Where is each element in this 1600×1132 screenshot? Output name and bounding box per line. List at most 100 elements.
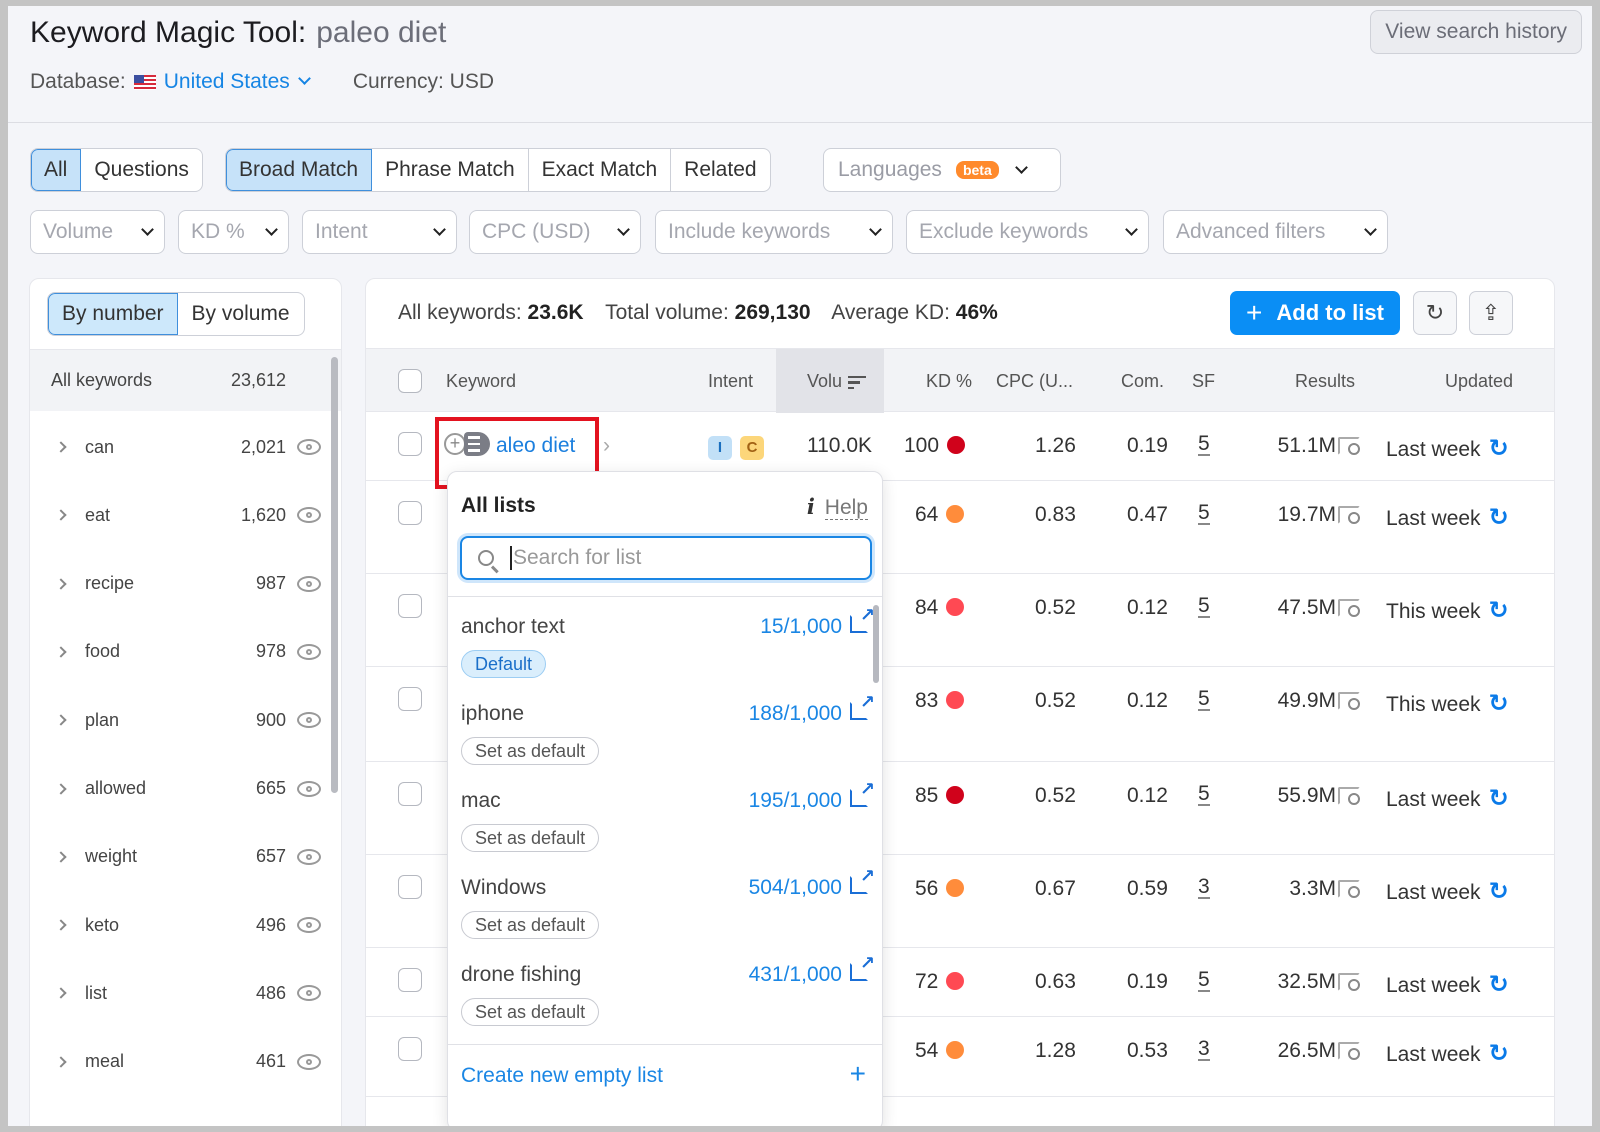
col-updated[interactable]: Updated [1445, 371, 1513, 392]
list-item[interactable]: drone fishing 431/1,000 Set as default [448, 945, 882, 1032]
eye-icon[interactable] [297, 643, 321, 660]
refresh-button[interactable]: ↻ [1413, 291, 1457, 335]
row-checkbox[interactable] [398, 687, 422, 711]
list-item[interactable]: mac 195/1,000 Set as default [448, 771, 882, 858]
chevron-right-icon[interactable]: › [603, 434, 610, 458]
sidebar-scrollbar[interactable] [331, 357, 338, 793]
database-selector[interactable]: United States [164, 70, 317, 94]
filter-advanced[interactable]: Advanced filters [1163, 210, 1388, 254]
plus-icon[interactable]: + [850, 1058, 866, 1090]
sf-value[interactable]: 5 [1198, 688, 1210, 711]
filter-cpc[interactable]: CPC (USD) [469, 210, 641, 254]
col-volume[interactable]: Volu [807, 371, 867, 392]
chevron-right-icon[interactable] [55, 851, 67, 863]
sidebar-group-weight[interactable]: weight 657 [30, 823, 341, 891]
col-sf[interactable]: SF [1192, 371, 1215, 392]
col-cpc[interactable]: CPC (U... [996, 371, 1073, 392]
col-keyword[interactable]: Keyword [446, 371, 516, 392]
eye-icon[interactable] [297, 985, 321, 1002]
sidebar-group-meal[interactable]: meal 461 [30, 1028, 341, 1096]
set-as-default-button[interactable]: Set as default [461, 737, 600, 765]
list-item[interactable]: Windows 504/1,000 Set as default [448, 858, 882, 945]
set-as-default-button[interactable]: Set as default [461, 998, 600, 1026]
row-checkbox[interactable] [398, 875, 422, 899]
sidebar-group-can[interactable]: can 2,021 [30, 413, 341, 481]
sf-value[interactable]: 5 [1198, 969, 1210, 992]
chevron-right-icon[interactable] [55, 441, 67, 453]
tab-related[interactable]: Related [671, 149, 769, 191]
chevron-right-icon[interactable] [55, 646, 67, 658]
eye-icon[interactable] [297, 780, 321, 797]
eye-icon[interactable] [297, 848, 321, 865]
serp-icon[interactable] [1338, 1042, 1360, 1060]
filter-volume[interactable]: Volume [30, 210, 165, 254]
sidebar-group-allowed[interactable]: allowed 665 [30, 755, 341, 823]
eye-icon[interactable] [297, 1053, 321, 1070]
tab-exact-match[interactable]: Exact Match [529, 149, 672, 191]
sf-value[interactable]: 5 [1198, 433, 1210, 456]
sidebar-group-food[interactable]: food 978 [30, 618, 341, 686]
serp-icon[interactable] [1338, 692, 1360, 710]
eye-icon[interactable] [297, 439, 321, 455]
list-item[interactable]: anchor text 15/1,000 Default [448, 597, 882, 684]
add-to-list-button[interactable]: + Add to list [1230, 291, 1400, 335]
help-link[interactable]: i Help [807, 494, 868, 520]
row-checkbox[interactable] [398, 594, 422, 618]
external-link-icon[interactable] [850, 953, 875, 981]
chevron-right-icon[interactable] [55, 714, 67, 726]
sidebar-group-recipe[interactable]: recipe 987 [30, 550, 341, 618]
eye-icon[interactable] [297, 712, 321, 729]
list-search-field[interactable] [460, 536, 872, 580]
filter-exclude-keywords[interactable]: Exclude keywords [906, 210, 1149, 254]
filter-include-keywords[interactable]: Include keywords [655, 210, 893, 254]
refresh-icon[interactable]: ↻ [1489, 878, 1509, 905]
dropdown-scrollbar[interactable] [873, 605, 879, 683]
list-item[interactable]: iphone 188/1,000 Set as default [448, 684, 882, 771]
col-com[interactable]: Com. [1121, 371, 1164, 392]
external-link-icon[interactable] [850, 779, 875, 807]
sf-value[interactable]: 5 [1198, 783, 1210, 806]
serp-icon[interactable] [1338, 787, 1360, 805]
refresh-icon[interactable]: ↻ [1489, 971, 1509, 998]
row-checkbox[interactable] [398, 432, 422, 456]
chevron-right-icon[interactable] [55, 577, 67, 590]
list-count[interactable]: 504/1,000 [749, 876, 842, 900]
tab-broad-match[interactable]: Broad Match [226, 149, 373, 191]
sidebar-group-list[interactable]: list 486 [30, 959, 341, 1027]
sf-value[interactable]: 3 [1198, 1038, 1210, 1061]
list-count[interactable]: 188/1,000 [749, 702, 842, 726]
tab-questions[interactable]: Questions [81, 149, 202, 191]
sidebar-group-plan[interactable]: plan 900 [30, 686, 341, 754]
col-kd[interactable]: KD % [926, 371, 972, 392]
row-checkbox[interactable] [398, 782, 422, 806]
col-results[interactable]: Results [1295, 371, 1355, 392]
filter-kd[interactable]: KD % [178, 210, 289, 254]
tab-phrase-match[interactable]: Phrase Match [372, 149, 529, 191]
set-as-default-button[interactable]: Set as default [461, 911, 600, 939]
list-count[interactable]: 431/1,000 [749, 963, 842, 987]
chevron-right-icon[interactable] [55, 987, 67, 1000]
serp-icon[interactable] [1338, 973, 1360, 991]
external-link-icon[interactable] [850, 605, 875, 633]
eye-icon[interactable] [297, 507, 321, 524]
by-number-button[interactable]: By number [48, 293, 178, 335]
filter-intent[interactable]: Intent [302, 210, 457, 254]
refresh-icon[interactable]: ↻ [1489, 1040, 1509, 1067]
chevron-right-icon[interactable] [55, 782, 67, 795]
export-button[interactable]: ⇪ [1469, 291, 1513, 335]
external-link-icon[interactable] [850, 866, 875, 894]
view-search-history-button[interactable]: View search history [1370, 10, 1582, 54]
keyword-link[interactable]: aleo diet [496, 434, 575, 458]
sf-value[interactable]: 3 [1198, 876, 1210, 899]
col-intent[interactable]: Intent [708, 371, 753, 392]
row-checkbox[interactable] [398, 501, 422, 525]
row-checkbox[interactable] [398, 968, 422, 992]
languages-dropdown[interactable]: Languages beta [823, 148, 1061, 192]
sf-value[interactable]: 5 [1198, 502, 1210, 525]
select-all-checkbox[interactable] [398, 369, 422, 393]
serp-icon[interactable] [1338, 437, 1360, 455]
set-as-default-button[interactable]: Set as default [461, 824, 600, 852]
add-to-list-icon[interactable]: + [444, 432, 490, 456]
refresh-icon[interactable]: ↻ [1489, 690, 1509, 717]
create-new-list-link[interactable]: Create new empty list [461, 1064, 663, 1088]
